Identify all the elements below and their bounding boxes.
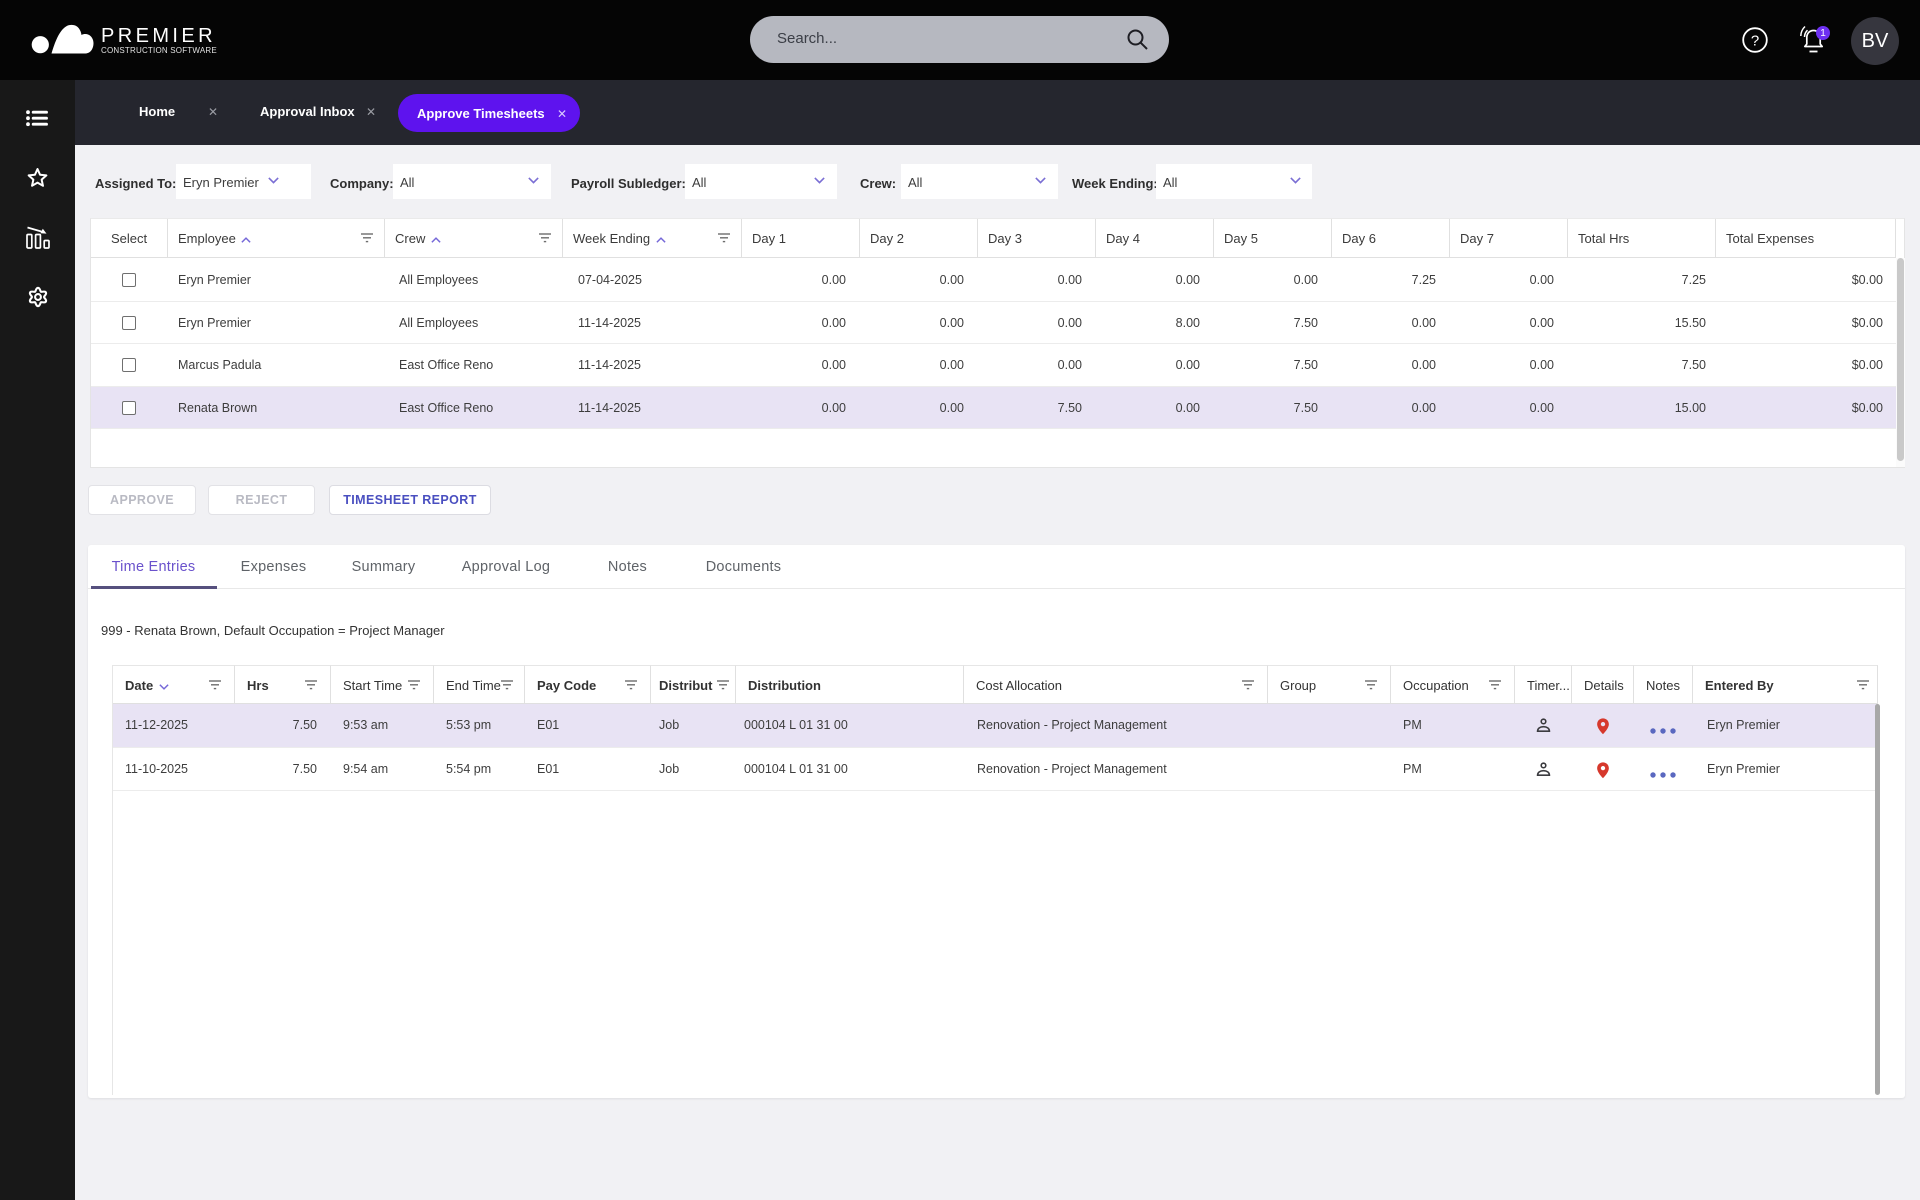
svg-text:?: ? <box>1751 33 1759 50</box>
